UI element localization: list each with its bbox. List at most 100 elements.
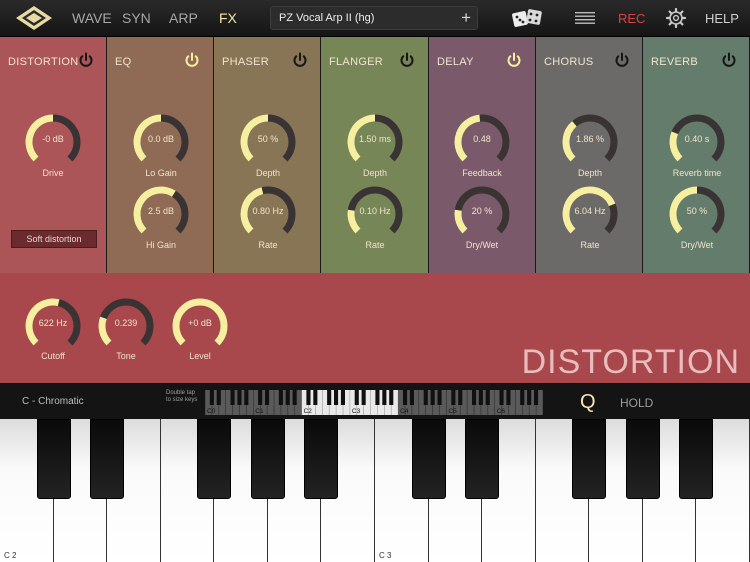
mini-black-key	[340, 390, 345, 405]
tab-fx[interactable]: FX	[219, 10, 237, 26]
power-icon[interactable]	[399, 52, 415, 68]
knob-depth[interactable]: 50 %	[239, 113, 297, 171]
knob-value: 50 %	[257, 134, 279, 144]
preset-selector[interactable]: PZ Vocal Arp II (hg) +	[270, 6, 478, 30]
mini-black-key	[209, 390, 214, 405]
scale-selector[interactable]: C - Chromatic	[22, 396, 84, 407]
knob-value: 1.50 ms	[358, 134, 391, 144]
gear-icon[interactable]	[666, 8, 686, 28]
mini-black-key	[458, 390, 463, 405]
knob-rate[interactable]: 0.10 Hz	[346, 185, 404, 243]
tab-syn[interactable]: SYN	[122, 10, 151, 26]
knob-value: 0.48	[473, 134, 491, 144]
knob-value: 6.04 Hz	[574, 206, 606, 216]
add-preset-button[interactable]: +	[461, 8, 471, 28]
knob-feedback[interactable]: 0.48	[453, 113, 511, 171]
knob-value: 0.0 dB	[147, 134, 175, 144]
record-button[interactable]: REC	[618, 11, 645, 26]
knob-value: 0.10 Hz	[359, 206, 391, 216]
knob-value: 0.80 Hz	[252, 206, 284, 216]
mini-black-key	[306, 390, 311, 405]
power-icon[interactable]	[292, 52, 308, 68]
knob-label: Dry/Wet	[680, 240, 714, 250]
mini-black-key	[361, 390, 366, 405]
knob-hi-gain[interactable]: 2.5 dB	[132, 185, 190, 243]
dice-icon[interactable]	[511, 7, 543, 29]
mini-black-key	[472, 390, 477, 405]
app-logo-icon[interactable]	[14, 4, 54, 32]
tab-wave[interactable]: WAVE	[72, 10, 112, 26]
knob-level[interactable]: +0 dB	[171, 297, 229, 355]
hint-line: to size keys	[166, 397, 198, 403]
black-key[interactable]	[679, 419, 714, 499]
knob-value: 0.239	[114, 318, 138, 328]
black-key[interactable]	[250, 419, 285, 499]
mini-black-key	[520, 390, 525, 405]
distortion-detail-panel: 622 Hz Cutoff 0.239 Tone +0 dB Level DIS…	[0, 273, 750, 383]
distortion-mode-select[interactable]: Soft distortion	[11, 230, 97, 248]
module-eq: EQ 0.0 dB Lo Gain 2.5 dB Hi Gain	[107, 37, 214, 273]
module-title: CHORUS	[544, 56, 594, 68]
menu-icon[interactable]	[575, 12, 595, 24]
mini-black-key	[354, 390, 359, 405]
mini-black-key	[334, 390, 339, 405]
knob-label: Dry/Wet	[465, 240, 499, 250]
power-icon[interactable]	[506, 52, 522, 68]
knob-tone[interactable]: 0.239	[97, 297, 155, 355]
quantize-button[interactable]: Q	[580, 391, 596, 414]
knob-dry-wet[interactable]: 20 %	[453, 185, 511, 243]
mini-black-key	[285, 390, 290, 405]
black-key[interactable]	[625, 419, 660, 499]
knob-rate[interactable]: 0.80 Hz	[239, 185, 297, 243]
black-key[interactable]	[197, 419, 232, 499]
knob-cutoff[interactable]: 622 Hz	[24, 297, 82, 355]
hold-button[interactable]: HOLD	[620, 396, 653, 410]
module-phaser: PHASER 50 % Depth 0.80 Hz Rate	[214, 37, 321, 273]
black-key[interactable]	[465, 419, 500, 499]
mini-black-key	[258, 390, 263, 405]
detail-title: DISTORTION	[521, 343, 740, 381]
mini-black-key	[382, 390, 387, 405]
piano-keyboard[interactable]: C 2 C 3	[0, 419, 750, 562]
knob-dry-wet[interactable]: 50 %	[668, 185, 726, 243]
power-icon[interactable]	[184, 52, 200, 68]
module-title: PHASER	[222, 56, 270, 68]
mini-black-key	[230, 390, 235, 405]
mini-black-key	[389, 390, 394, 405]
black-key[interactable]	[411, 419, 446, 499]
knob-label: Drive	[42, 168, 64, 178]
black-key[interactable]	[90, 419, 125, 499]
knob-rate[interactable]: 6.04 Hz	[561, 185, 619, 243]
help-button[interactable]: HELP	[705, 11, 739, 26]
knob-label: Rate	[258, 240, 278, 250]
octave-label: C3	[352, 408, 361, 415]
knob-lo-gain[interactable]: 0.0 dB	[132, 113, 190, 171]
knob-label: Lo Gain	[145, 168, 177, 178]
knob-value: 0.40 s	[684, 134, 710, 144]
module-chorus: CHORUS 1.86 % Depth 6.04 Hz Rate	[536, 37, 643, 273]
mini-black-key	[423, 390, 428, 405]
knob-drive[interactable]: -0 dB	[24, 113, 82, 171]
knob-reverb-time[interactable]: 0.40 s	[668, 113, 726, 171]
knob-value: 2.5 dB	[147, 206, 175, 216]
mini-black-key	[451, 390, 456, 405]
preset-name: PZ Vocal Arp II (hg)	[279, 12, 375, 24]
knob-depth[interactable]: 1.50 ms	[346, 113, 404, 171]
power-icon[interactable]	[721, 52, 737, 68]
mini-black-key	[375, 390, 380, 405]
power-icon[interactable]	[614, 52, 630, 68]
knob-depth[interactable]: 1.86 %	[561, 113, 619, 171]
octave-label: C1	[255, 408, 264, 415]
keyboard-control-strip: C - Chromatic Double tap to size keys C0…	[0, 383, 750, 419]
power-icon[interactable]	[78, 52, 94, 68]
key-label-c3: C 3	[379, 551, 392, 560]
knob-label: Rate	[365, 240, 385, 250]
octave-label: C6	[497, 408, 506, 415]
tab-arp[interactable]: ARP	[169, 10, 198, 26]
black-key[interactable]	[572, 419, 607, 499]
black-key[interactable]	[36, 419, 71, 499]
mini-keyboard-overview[interactable]: C0 C1 C2 C3 C4 C5 C6	[205, 390, 543, 415]
mini-black-key	[244, 390, 249, 405]
black-key[interactable]	[304, 419, 339, 499]
module-distortion: DISTORTION -0 dB Drive Soft distortion	[0, 37, 107, 273]
